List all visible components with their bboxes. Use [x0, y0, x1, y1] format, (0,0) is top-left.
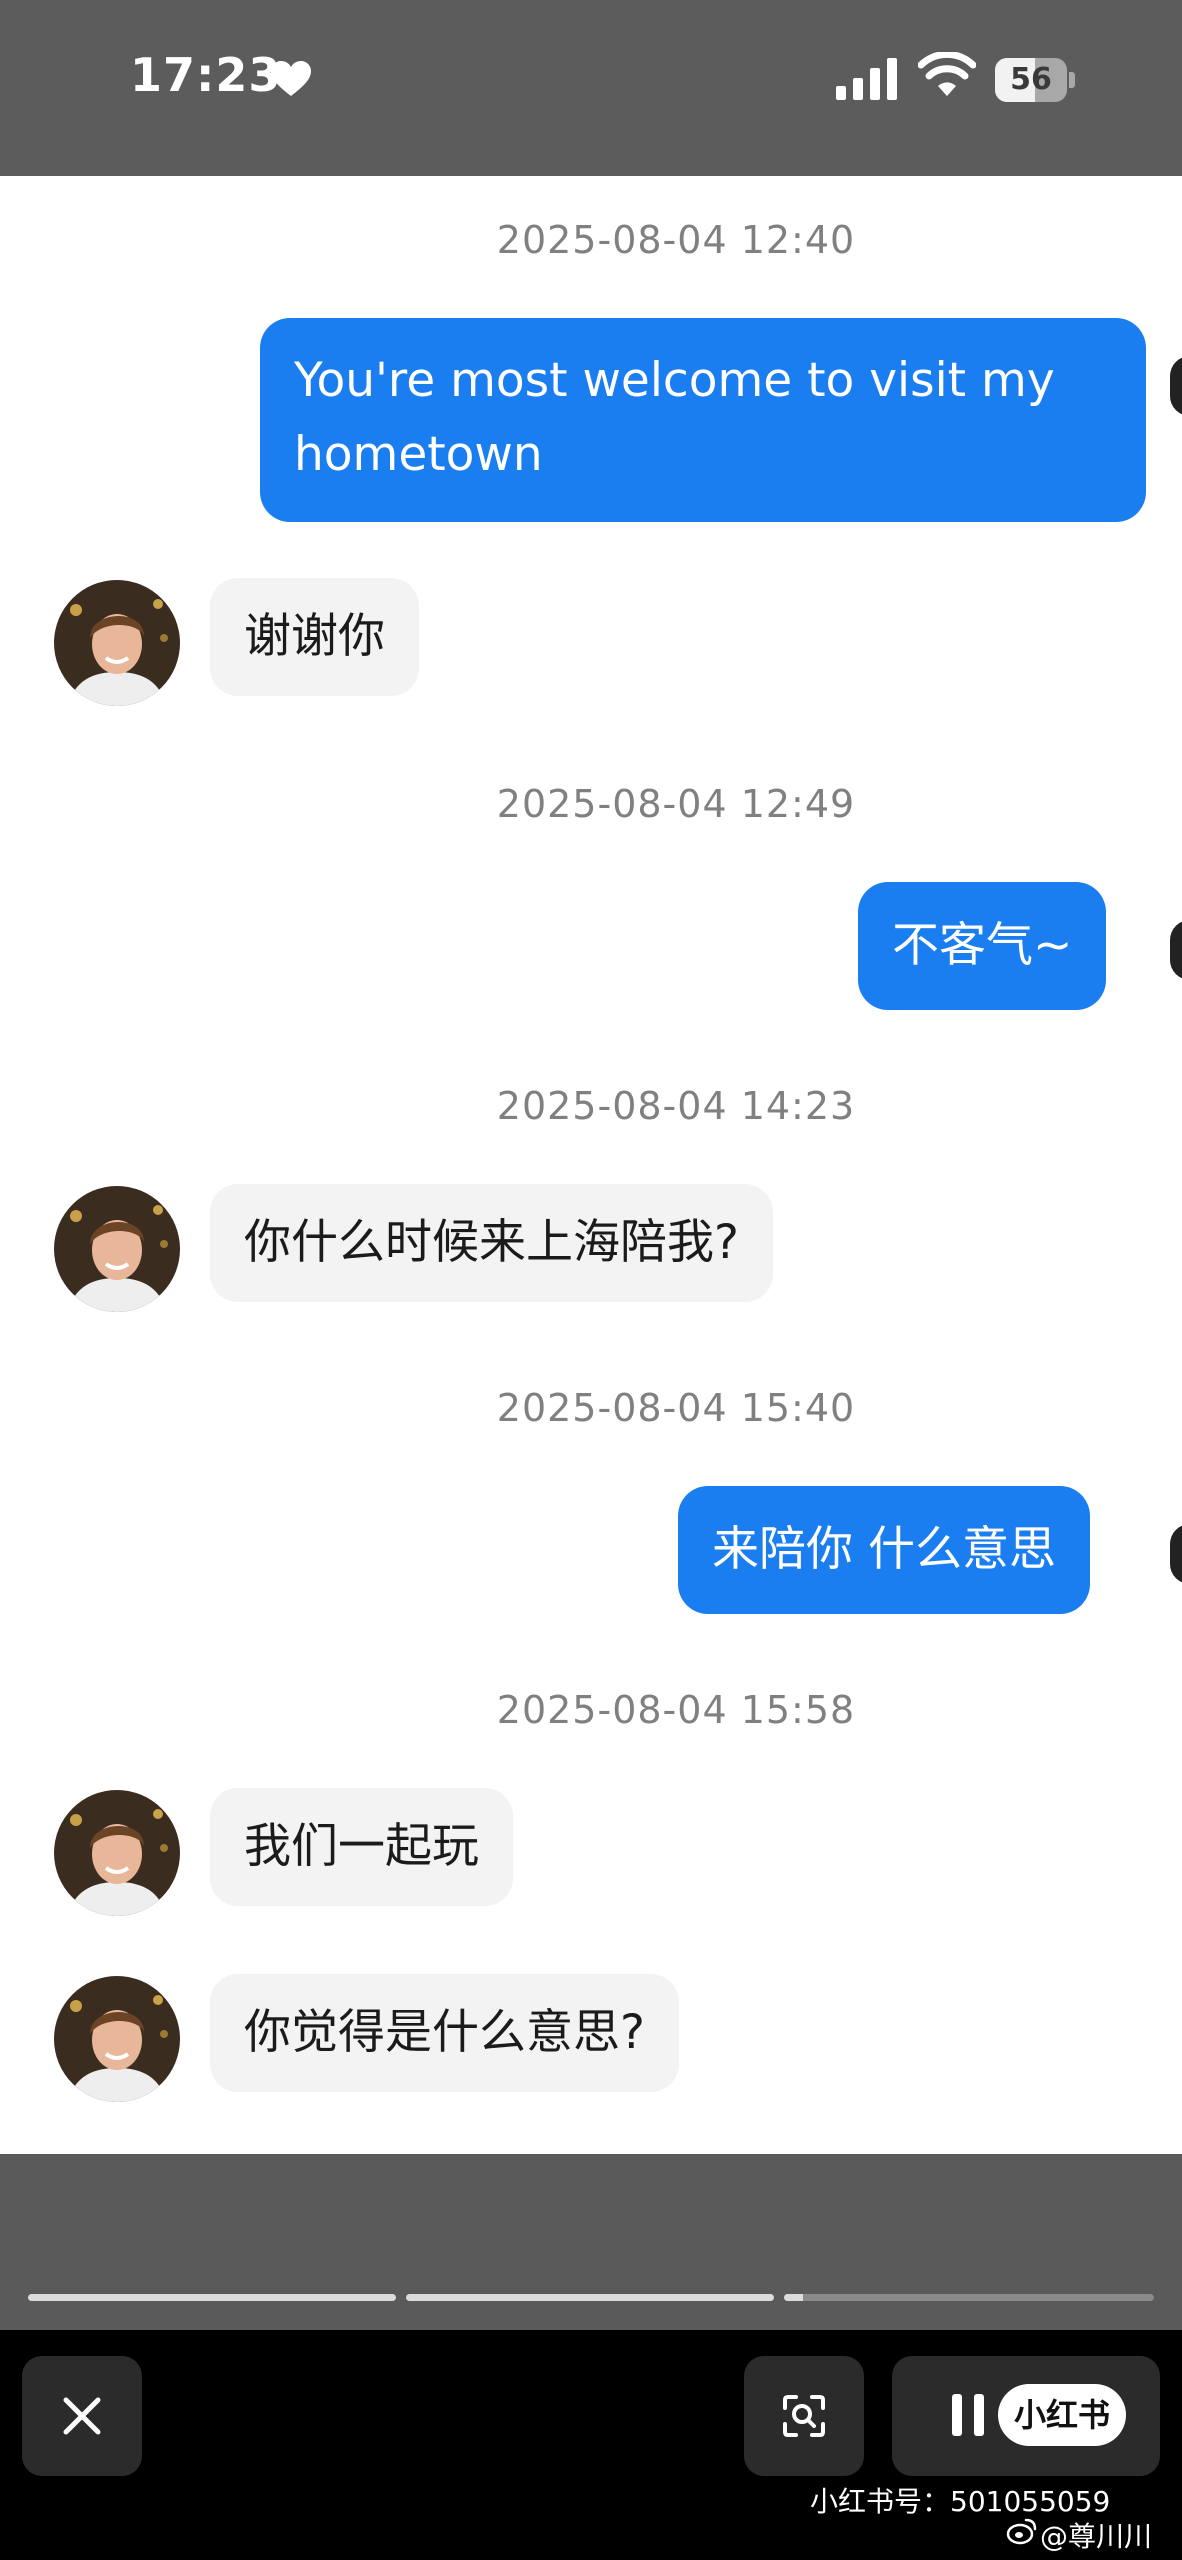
cellular-signal-icon: [836, 58, 897, 100]
message-text-line: You're most welcome to visit my: [294, 353, 1055, 408]
my-avatar-edge: [1170, 1524, 1182, 1584]
close-button[interactable]: [22, 2356, 142, 2476]
watermark-id: 小红书号：501055059: [810, 2485, 1111, 2518]
message-timestamp: 2025-08-04 12:40: [496, 218, 856, 262]
contact-avatar[interactable]: [54, 580, 180, 706]
chat-thread[interactable]: 2025-08-04 12:40 You're most welcome to …: [0, 176, 1182, 2154]
image-search-button[interactable]: [744, 2356, 864, 2476]
player-controls-bar: [0, 2330, 1182, 2560]
contact-avatar[interactable]: [54, 1790, 180, 1916]
progress-segment: [406, 2294, 774, 2301]
message-timestamp: 2025-08-04 14:23: [496, 1084, 856, 1128]
scan-search-icon: [783, 2395, 825, 2437]
my-avatar-edge: [1170, 920, 1182, 980]
outgoing-message-bubble[interactable]: 来陪你 什么意思: [678, 1486, 1090, 1614]
my-avatar-edge: [1170, 356, 1182, 416]
wifi-icon: [918, 52, 976, 96]
progress-segment: [28, 2294, 396, 2301]
watermark-handle: @尊川川: [1040, 2520, 1153, 2553]
outgoing-message-bubble[interactable]: You're most welcome to visit my hometown: [260, 318, 1146, 522]
contact-avatar[interactable]: [54, 1976, 180, 2102]
contact-avatar[interactable]: [54, 1186, 180, 1312]
xiaohongshu-logo: 小红书: [998, 2384, 1126, 2446]
incoming-message-bubble[interactable]: 你什么时候来上海陪我?: [210, 1184, 773, 1302]
battery-level-text: 56: [1010, 62, 1052, 97]
progress-segment-active: [784, 2294, 1154, 2301]
message-timestamp: 2025-08-04 15:58: [496, 1688, 856, 1732]
incoming-message-bubble[interactable]: 你觉得是什么意思?: [210, 1974, 679, 2092]
close-icon: [63, 2397, 101, 2435]
incoming-message-bubble[interactable]: 我们一起玩: [210, 1788, 513, 1906]
status-time: 17:23: [130, 48, 282, 102]
status-bar: 17:23 56: [0, 0, 1182, 176]
incoming-message-bubble[interactable]: 谢谢你: [210, 578, 419, 696]
message-text-line: hometown: [294, 427, 543, 482]
message-timestamp: 2025-08-04 12:49: [496, 782, 856, 826]
battery-indicator: 56: [995, 58, 1075, 102]
weibo-icon: [1006, 2518, 1037, 2545]
outgoing-message-bubble[interactable]: 不客气~: [858, 882, 1107, 1010]
pause-icon: [952, 2394, 984, 2436]
viewer-backdrop: [0, 2154, 1182, 2330]
message-timestamp: 2025-08-04 15:40: [496, 1386, 856, 1430]
heart-icon: [271, 61, 311, 96]
